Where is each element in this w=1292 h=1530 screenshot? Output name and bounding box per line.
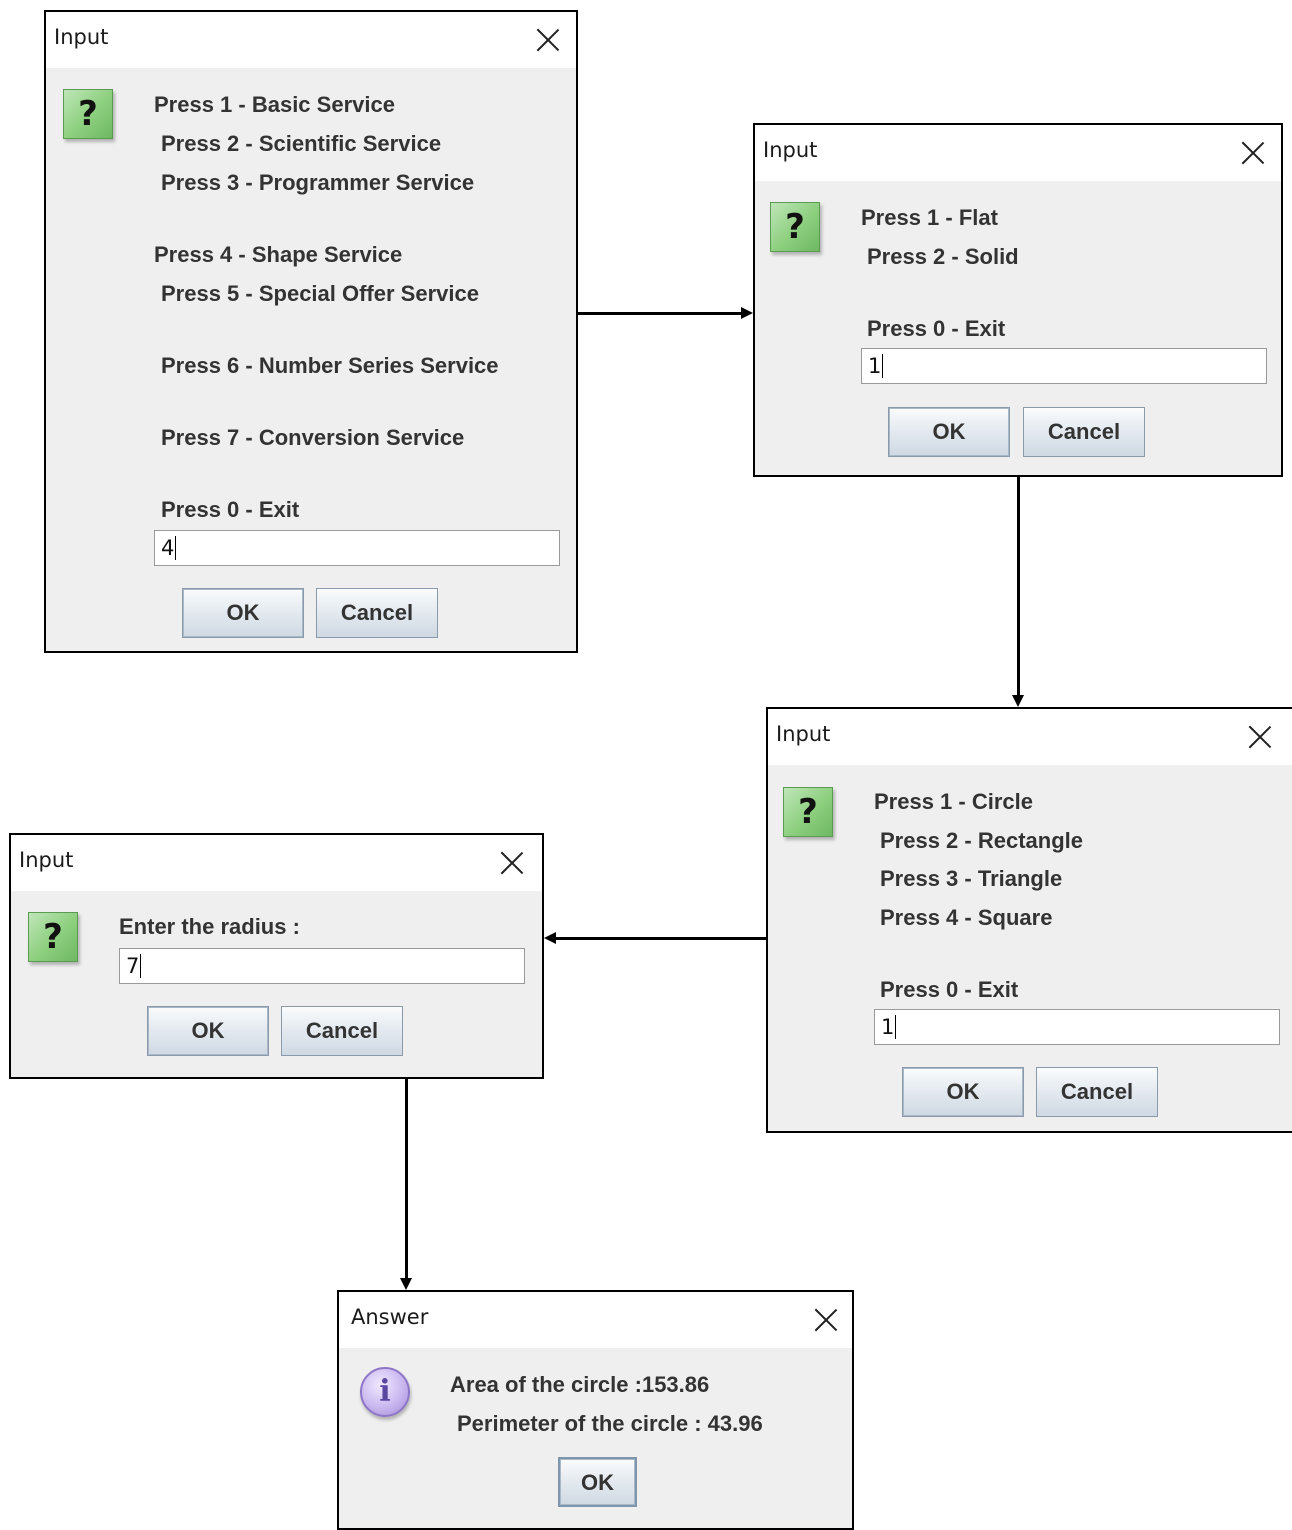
- title-bar: Answer: [339, 1292, 852, 1348]
- information-icon: i: [360, 1367, 410, 1417]
- question-icon: ?: [783, 787, 833, 837]
- choice-input[interactable]: 1: [861, 348, 1267, 384]
- cancel-button[interactable]: Cancel: [1023, 407, 1145, 457]
- menu-option-programmer: Press 3 - Programmer Service: [161, 170, 475, 195]
- title-bar: Input: [11, 835, 542, 891]
- perimeter-result: Perimeter of the circle : 43.96: [457, 1411, 763, 1436]
- close-icon[interactable]: [1241, 141, 1265, 165]
- menu-option-number-series: Press 6 - Number Series Service: [161, 353, 499, 378]
- choice-input-value: 1: [868, 354, 882, 378]
- dialog-title: Answer: [351, 1305, 429, 1329]
- cancel-button[interactable]: Cancel: [281, 1006, 403, 1056]
- title-bar: Input: [755, 125, 1281, 181]
- question-icon: ?: [770, 202, 820, 252]
- shape-type-dialog: Input ? Press 1 - Flat Press 2 - Solid P…: [753, 123, 1283, 477]
- close-icon[interactable]: [814, 1308, 838, 1332]
- radius-prompt: Enter the radius :: [119, 914, 300, 939]
- choice-input-value: 4: [161, 536, 175, 560]
- cancel-button[interactable]: Cancel: [1036, 1067, 1158, 1117]
- menu-option-exit: Press 0 - Exit: [161, 497, 300, 522]
- menu-option-special-offer: Press 5 - Special Offer Service: [161, 281, 479, 306]
- close-icon[interactable]: [1248, 725, 1272, 749]
- option-flat: Press 1 - Flat: [861, 205, 998, 230]
- arrow-left-icon: [544, 932, 556, 944]
- question-icon: ?: [63, 89, 113, 139]
- ok-button[interactable]: OK: [902, 1067, 1024, 1117]
- option-rectangle: Press 2 - Rectangle: [880, 828, 1083, 853]
- main-menu-dialog: Input ? Press 1 - Basic Service Press 2 …: [44, 10, 578, 653]
- flat-shape-dialog: Input ? Press 1 - Circle Press 2 - Recta…: [766, 707, 1292, 1133]
- option-exit: Press 0 - Exit: [867, 316, 1006, 341]
- area-result: Area of the circle :153.86: [450, 1372, 710, 1397]
- connector-shape-type-to-flat: [1017, 477, 1020, 695]
- connector-radius-to-answer: [405, 1079, 408, 1278]
- arrow-right-icon: [741, 307, 753, 319]
- choice-input-value: 1: [881, 1015, 895, 1039]
- radius-dialog: Input ? Enter the radius : 7 OK Cancel: [9, 833, 544, 1079]
- title-bar: Input: [46, 12, 576, 68]
- ok-button[interactable]: OK: [182, 588, 304, 638]
- ok-button[interactable]: OK: [558, 1457, 637, 1507]
- connector-flat-to-radius: [556, 937, 766, 940]
- answer-dialog: Answer i Area of the circle :153.86 Peri…: [337, 1290, 854, 1530]
- arrow-down-icon: [1012, 695, 1024, 707]
- menu-option-conversion: Press 7 - Conversion Service: [161, 425, 465, 450]
- arrow-down-icon: [400, 1278, 412, 1290]
- connector-main-to-shape-type: [578, 312, 742, 315]
- cancel-button[interactable]: Cancel: [316, 588, 438, 638]
- close-icon[interactable]: [536, 28, 560, 52]
- option-exit: Press 0 - Exit: [880, 977, 1019, 1002]
- title-bar: Input: [768, 709, 1292, 765]
- menu-option-shape: Press 4 - Shape Service: [154, 242, 403, 267]
- dialog-title: Input: [19, 848, 74, 872]
- close-icon[interactable]: [500, 851, 524, 875]
- dialog-title: Input: [776, 722, 831, 746]
- dialog-title: Input: [763, 138, 818, 162]
- question-icon: ?: [28, 912, 78, 962]
- option-triangle: Press 3 - Triangle: [880, 866, 1063, 891]
- menu-option-basic: Press 1 - Basic Service: [154, 92, 395, 117]
- option-square: Press 4 - Square: [880, 905, 1053, 930]
- radius-input[interactable]: 7: [119, 948, 525, 984]
- ok-button[interactable]: OK: [147, 1006, 269, 1056]
- menu-option-scientific: Press 2 - Scientific Service: [161, 131, 442, 156]
- radius-input-value: 7: [126, 954, 140, 978]
- dialog-title: Input: [54, 25, 109, 49]
- option-solid: Press 2 - Solid: [867, 244, 1019, 269]
- choice-input[interactable]: 4: [154, 530, 560, 566]
- option-circle: Press 1 - Circle: [874, 789, 1033, 814]
- ok-button[interactable]: OK: [888, 407, 1010, 457]
- choice-input[interactable]: 1: [874, 1009, 1280, 1045]
